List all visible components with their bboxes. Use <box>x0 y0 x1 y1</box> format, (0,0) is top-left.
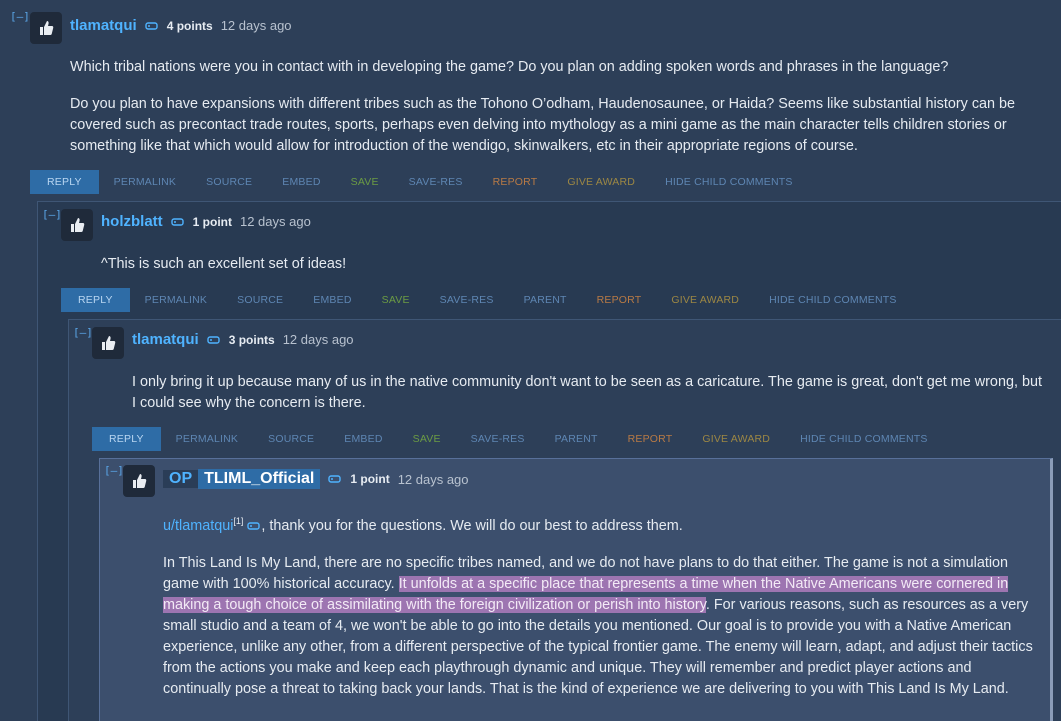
hide-child-comments-button[interactable]: HIDE CHILD COMMENTS <box>754 288 911 312</box>
score: 3 points <box>228 332 275 347</box>
tag-icon <box>144 21 158 30</box>
author-link[interactable]: tlamatqui <box>132 331 199 348</box>
source-button[interactable]: SOURCE <box>191 170 267 194</box>
save-res-button[interactable]: SAVE-RES <box>394 170 478 194</box>
score: 1 point <box>192 214 232 229</box>
score: 4 points <box>166 18 213 33</box>
tag-icon <box>247 522 261 530</box>
comment-buttons: REPLY PERMALINK SOURCE EMBED SAVE SAVE-R… <box>61 288 912 312</box>
timestamp: 12 days ago <box>397 471 469 487</box>
save-button[interactable]: SAVE <box>367 288 425 312</box>
save-button[interactable]: SAVE <box>336 170 394 194</box>
save-res-button[interactable]: SAVE-RES <box>425 288 509 312</box>
comment-text: , thank you for the questions. We will d… <box>261 517 683 534</box>
embed-button[interactable]: EMBED <box>329 427 397 451</box>
user-mention-link[interactable]: u/tlamatqui <box>163 518 233 534</box>
avatar[interactable] <box>30 12 62 44</box>
comment-paragraph: I only bring it up because many of us in… <box>132 374 1042 411</box>
footnote-ref[interactable]: [1] <box>233 516 243 526</box>
give-award-button[interactable]: GIVE AWARD <box>687 427 785 451</box>
timestamp: 12 days ago <box>282 332 354 347</box>
parent-button[interactable]: PARENT <box>509 288 582 312</box>
comment-buttons: REPLY PERMALINK SOURCE EMBED SAVE SAVE-R… <box>30 170 808 194</box>
reply-button[interactable]: REPLY <box>92 427 161 451</box>
op-badge: OP <box>163 470 199 488</box>
author-link[interactable]: TLIML_Official <box>198 469 321 489</box>
comment-body: Which tribal nations were you in contact… <box>70 57 1045 173</box>
avatar[interactable] <box>92 327 124 359</box>
comment-body: I only bring it up because many of us in… <box>132 372 1042 430</box>
tag-icon <box>206 335 220 344</box>
timestamp: 12 days ago <box>220 18 292 33</box>
collapse-toggle[interactable]: [–] <box>104 464 124 477</box>
collapse-toggle[interactable]: [–] <box>42 208 62 221</box>
avatar[interactable] <box>123 465 155 497</box>
give-award-button[interactable]: GIVE AWARD <box>656 288 754 312</box>
thumb-icon <box>71 218 85 232</box>
report-button[interactable]: REPORT <box>582 288 657 312</box>
give-award-button[interactable]: GIVE AWARD <box>552 170 650 194</box>
comment-paragraph: Which tribal nations were you in contact… <box>70 59 949 75</box>
hide-child-comments-button[interactable]: HIDE CHILD COMMENTS <box>785 427 942 451</box>
report-button[interactable]: REPORT <box>478 170 553 194</box>
thumb-icon <box>133 474 147 488</box>
permalink-button[interactable]: PERMALINK <box>99 170 191 194</box>
comment-paragraph: ^This is such an excellent set of ideas! <box>101 256 347 272</box>
report-button[interactable]: REPORT <box>613 427 688 451</box>
tag-icon <box>170 217 184 226</box>
author-link[interactable]: holzblatt <box>101 213 163 230</box>
comment-paragraph: u/tlamatqui[1] , thank you for the quest… <box>163 511 1043 537</box>
save-res-button[interactable]: SAVE-RES <box>456 427 540 451</box>
avatar[interactable] <box>61 209 93 241</box>
source-button[interactable]: SOURCE <box>222 288 298 312</box>
comment-tagline: OP TLIML_Official 1 point 12 days ago <box>163 469 469 489</box>
comment-buttons: REPLY PERMALINK SOURCE EMBED SAVE SAVE-R… <box>92 427 943 451</box>
permalink-button[interactable]: PERMALINK <box>130 288 222 312</box>
thumb-icon <box>102 336 116 350</box>
score: 1 point <box>350 472 390 486</box>
comment-paragraph: Do you plan to have expansions with diff… <box>70 96 1016 154</box>
reply-button[interactable]: REPLY <box>61 288 130 312</box>
tag-icon <box>328 475 342 483</box>
comment-body: ^This is such an excellent set of ideas! <box>101 254 1041 291</box>
collapse-toggle[interactable]: [–] <box>10 10 30 23</box>
comment-tagline: tlamatqui 3 points 12 days ago <box>132 331 354 348</box>
hide-child-comments-button[interactable]: HIDE CHILD COMMENTS <box>650 170 807 194</box>
comment-tagline: tlamatqui 4 points 12 days ago <box>70 17 292 34</box>
embed-button[interactable]: EMBED <box>267 170 335 194</box>
embed-button[interactable]: EMBED <box>298 288 366 312</box>
permalink-button[interactable]: PERMALINK <box>161 427 253 451</box>
comment-paragraph: In This Land Is My Land, there are no sp… <box>163 553 1043 700</box>
collapse-toggle[interactable]: [–] <box>73 326 93 339</box>
timestamp: 12 days ago <box>239 214 311 229</box>
comment-tagline: holzblatt 1 point 12 days ago <box>101 213 311 230</box>
source-button[interactable]: SOURCE <box>253 427 329 451</box>
author-link[interactable]: tlamatqui <box>70 17 137 34</box>
save-button[interactable]: SAVE <box>398 427 456 451</box>
reply-button[interactable]: REPLY <box>30 170 99 194</box>
comment-body: u/tlamatqui[1] , thank you for the quest… <box>163 511 1043 716</box>
thumb-icon <box>40 21 54 35</box>
parent-button[interactable]: PARENT <box>540 427 613 451</box>
